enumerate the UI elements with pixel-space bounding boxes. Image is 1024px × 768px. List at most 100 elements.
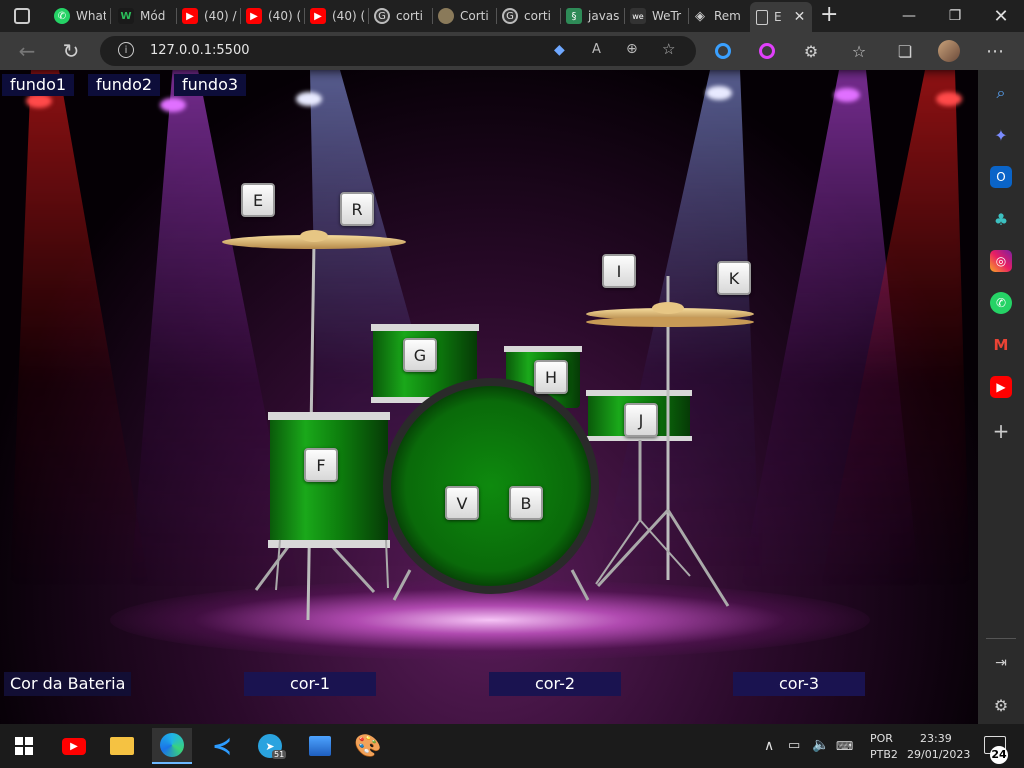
- tab-label: corti: [524, 9, 551, 23]
- chevron-up-icon[interactable]: ∧: [764, 738, 774, 754]
- youtube-icon: ▶: [246, 8, 262, 24]
- youtube-icon[interactable]: ▶: [990, 376, 1012, 398]
- search-icon[interactable]: ⌕: [990, 82, 1012, 104]
- network-icon[interactable]: ▭: [788, 738, 800, 753]
- key-k[interactable]: K: [717, 261, 751, 295]
- key-g[interactable]: G: [403, 338, 437, 372]
- close-tab-icon[interactable]: ✕: [794, 9, 806, 25]
- browser-toolbar: ← ↻ i 127.0.0.1:5500 ◆ A ⊕ ☆ ⚙ ☆ ❏ ⋯: [0, 32, 1024, 70]
- cor-3-button[interactable]: cor-3: [733, 672, 865, 696]
- tab-modulo[interactable]: W Mód: [118, 4, 172, 28]
- windows-logo-icon: [15, 737, 33, 755]
- keyboard-layout[interactable]: PTB2: [870, 748, 898, 761]
- extensions-icon[interactable]: ⚙: [798, 38, 824, 64]
- start-button[interactable]: [4, 728, 44, 764]
- youtube-icon: ▶: [310, 8, 326, 24]
- tab-active[interactable]: E ✕: [750, 2, 812, 32]
- tab-label: Mód: [140, 9, 166, 23]
- read-aloud-icon[interactable]: A: [592, 42, 601, 57]
- hat-icon: [438, 8, 454, 24]
- photos-icon[interactable]: [300, 728, 340, 764]
- close-window-button[interactable]: ✕: [978, 0, 1024, 32]
- cor-2-button[interactable]: cor-2: [489, 672, 621, 696]
- tab-label: What: [76, 9, 106, 23]
- refresh-button[interactable]: ↻: [58, 38, 84, 64]
- tab-label: javas: [588, 9, 620, 23]
- info-icon[interactable]: i: [118, 42, 134, 58]
- tab-google-2[interactable]: G corti: [502, 4, 558, 28]
- tab-youtube-1[interactable]: ▶ (40) /: [182, 4, 238, 28]
- copilot-icon[interactable]: ✦: [990, 124, 1012, 146]
- drum-kit: [222, 230, 754, 621]
- telegram-badge: 51: [272, 750, 287, 759]
- tab-label: (40) /: [204, 9, 237, 23]
- fundo2-button[interactable]: fundo2: [88, 74, 161, 96]
- copilot-ring-icon[interactable]: [754, 38, 780, 64]
- bass-drum[interactable]: [391, 386, 591, 586]
- restore-button[interactable]: ❐: [932, 0, 978, 32]
- keyboard-icon[interactable]: ⌨: [836, 739, 853, 753]
- notification-count: 24: [990, 746, 1008, 764]
- back-button[interactable]: ←: [14, 38, 40, 64]
- whatsapp-icon[interactable]: ✆: [990, 292, 1012, 314]
- layers-icon: ◈: [695, 8, 705, 24]
- telegram-icon[interactable]: ➤ 51: [250, 728, 290, 764]
- volume-icon[interactable]: 🔈: [812, 737, 829, 753]
- key-h[interactable]: H: [534, 360, 568, 394]
- add-icon[interactable]: +: [990, 419, 1012, 443]
- cor-1-button[interactable]: cor-1: [244, 672, 376, 696]
- tab-cortina[interactable]: Corti: [438, 4, 494, 28]
- minimize-button[interactable]: —: [886, 0, 932, 32]
- tab-wetransfer[interactable]: we WeTr: [630, 4, 686, 28]
- zoom-icon[interactable]: ⊕: [626, 41, 638, 57]
- fundo1-button[interactable]: fundo1: [2, 74, 75, 96]
- tab-label: WeTr: [652, 9, 682, 23]
- edge-taskbar-icon[interactable]: [152, 728, 192, 764]
- vscode-icon[interactable]: ≺: [202, 728, 242, 764]
- collections-icon[interactable]: ❏: [892, 38, 918, 64]
- profile-avatar[interactable]: [936, 38, 962, 64]
- settings-gear-icon[interactable]: ⚙: [990, 694, 1012, 716]
- fundo3-button[interactable]: fundo3: [174, 74, 247, 96]
- language-indicator[interactable]: POR: [870, 732, 893, 745]
- edge-sync-icon[interactable]: [710, 38, 736, 64]
- key-j[interactable]: J: [624, 403, 658, 437]
- tag-icon[interactable]: ◆: [554, 42, 565, 58]
- paint-icon[interactable]: 🎨: [348, 728, 388, 764]
- tab-google-1[interactable]: G corti: [374, 4, 430, 28]
- clock-time[interactable]: 23:39: [920, 732, 952, 745]
- book-icon: §: [566, 8, 582, 24]
- key-e[interactable]: E: [241, 183, 275, 217]
- tab-actions-icon[interactable]: [14, 8, 30, 24]
- hihat-cymbal-bottom[interactable]: [586, 317, 754, 327]
- new-tab-button[interactable]: +: [820, 4, 838, 26]
- key-r[interactable]: R: [340, 192, 374, 226]
- key-f[interactable]: F: [304, 448, 338, 482]
- gmail-icon[interactable]: M: [990, 334, 1012, 356]
- tab-whatsapp[interactable]: ✆ What: [54, 4, 106, 28]
- clock-date[interactable]: 29/01/2023: [907, 748, 970, 761]
- key-b[interactable]: B: [509, 486, 543, 520]
- tab-label: Corti: [460, 9, 489, 23]
- drum-page: fundo1 fundo2 fundo3 E R I K G H J F V B…: [0, 70, 978, 724]
- add-favorite-icon[interactable]: ☆: [662, 40, 675, 58]
- tab-youtube-3[interactable]: ▶ (40) (: [310, 4, 366, 28]
- address-bar[interactable]: i 127.0.0.1:5500 ◆ A ⊕ ☆: [100, 36, 696, 66]
- split-screen-icon[interactable]: ⇥: [990, 652, 1012, 674]
- tab-label: corti: [396, 9, 423, 23]
- favorites-icon[interactable]: ☆: [846, 38, 872, 64]
- tab-label: Rem: [714, 9, 741, 23]
- key-v[interactable]: V: [445, 486, 479, 520]
- tab-strip: ✆ What W Mód ▶ (40) / ▶ (40) ( ▶ (40) ( …: [0, 0, 1024, 32]
- tree-icon[interactable]: ♣: [990, 208, 1012, 230]
- key-i[interactable]: I: [602, 254, 636, 288]
- file-explorer-icon[interactable]: [102, 728, 142, 764]
- tab-youtube-2[interactable]: ▶ (40) (: [246, 4, 302, 28]
- instagram-icon[interactable]: ◎: [990, 250, 1012, 272]
- youtube-taskbar-icon[interactable]: ▶: [54, 728, 94, 764]
- tab-remove[interactable]: ◈ Rem: [692, 4, 748, 28]
- tab-label: E: [774, 10, 782, 24]
- more-menu-icon[interactable]: ⋯: [982, 38, 1008, 64]
- outlook-icon[interactable]: O: [990, 166, 1012, 188]
- tab-javascript[interactable]: § javas: [566, 4, 622, 28]
